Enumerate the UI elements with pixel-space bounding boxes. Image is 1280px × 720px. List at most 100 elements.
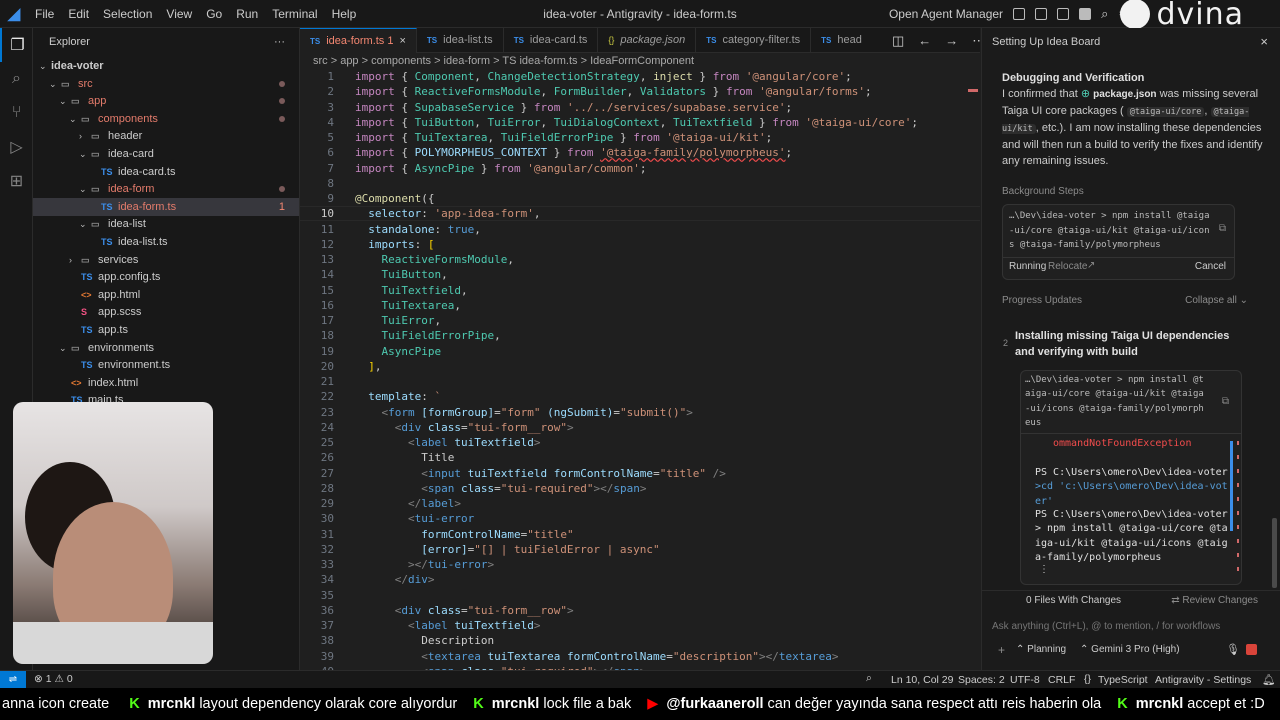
tree-item[interactable]: ⌄ idea-voter	[33, 57, 299, 75]
tree-item[interactable]: ⌄ ▭ components	[33, 110, 299, 128]
language-mode[interactable]: TypeScript	[1098, 674, 1148, 686]
terminal-scrollbar[interactable]	[1230, 441, 1233, 531]
editor-tab[interactable]: TS idea-form.ts 1 ×	[300, 28, 417, 53]
menu-edit[interactable]: Edit	[61, 0, 96, 28]
tree-item-label: idea-voter	[51, 60, 104, 72]
add-context-icon[interactable]: +	[998, 643, 1005, 657]
close-tab-icon[interactable]: ×	[399, 29, 405, 54]
zoom-icon[interactable]: ⌕	[866, 672, 872, 685]
tree-item[interactable]: ⌄ ▭ app	[33, 92, 299, 110]
editor-tab[interactable]: TS category-filter.ts	[696, 28, 812, 53]
mode-selector[interactable]: ⌃ Planning	[1016, 644, 1066, 655]
antigravity-settings[interactable]: Antigravity - Settings	[1155, 674, 1251, 686]
toggle-sidebar-icon[interactable]	[1035, 8, 1048, 20]
tree-item[interactable]: ⌄ ▭ idea-form	[33, 180, 299, 198]
line-number: 29	[320, 497, 334, 510]
tree-item[interactable]: ⌄ ▭ src	[33, 75, 299, 93]
modified-dot	[279, 115, 285, 122]
cancel-button[interactable]: Cancel	[1195, 261, 1226, 272]
terminal-prompt-1: PS C:\Users\omero\Dev\idea-voter	[1035, 467, 1228, 478]
split-editor-icon[interactable]: ◫	[892, 33, 904, 49]
remote-icon[interactable]: ⇌	[0, 671, 26, 689]
tree-item[interactable]: <> index.html	[33, 374, 299, 392]
line-ending[interactable]: CRLF	[1048, 674, 1075, 686]
code-text: </div>	[394, 573, 435, 587]
notifications-icon[interactable]: 🔔︎	[1262, 673, 1275, 686]
code-line: 18 TuiFieldErrorPipe,	[300, 328, 980, 343]
problems-indicator[interactable]: ⊗ 1 ⚠ 0	[34, 673, 73, 685]
code-text: import { POLYMORPHEUS_CONTEXT } from '@t…	[355, 146, 793, 160]
indentation[interactable]: Spaces: 2	[958, 674, 1005, 686]
microphone-icon[interactable]: 🎙︎	[1226, 643, 1240, 656]
editor-tab[interactable]: TS idea-list.ts	[417, 28, 504, 53]
menu-run[interactable]: Run	[229, 0, 265, 28]
agent-scrollbar[interactable]	[1272, 518, 1277, 588]
menu-terminal[interactable]: Terminal	[265, 0, 324, 28]
line-number: 19	[320, 344, 334, 358]
agent-chat-input[interactable]	[992, 615, 1262, 637]
external-link-icon[interactable]: ↗	[1087, 260, 1095, 271]
go-back-icon[interactable]: ←	[918, 33, 931, 48]
menu-go[interactable]: Go	[199, 0, 229, 28]
line-number: 27	[320, 466, 334, 480]
relocate-link[interactable]: Relocate	[1048, 261, 1087, 272]
file-chip[interactable]: package.json	[1093, 89, 1156, 100]
open-agent-manager-button[interactable]: Open Agent Manager	[889, 7, 1003, 21]
code-line: 27 <input tuiTextfield formControlName="…	[300, 466, 980, 481]
go-forward-icon[interactable]: →	[945, 33, 958, 48]
explorer-icon[interactable]: ❐	[0, 28, 33, 62]
line-number: 2	[327, 85, 334, 99]
tree-item[interactable]: ⌄ ▭ idea-card	[33, 145, 299, 163]
copy-icon[interactable]: ⧉	[1219, 223, 1226, 234]
code-text: ReactiveFormsModule,	[381, 253, 514, 266]
search-icon[interactable]: ⌕	[1101, 6, 1108, 22]
code-line: 6 import { POLYMORPHEUS_CONTEXT } from '@…	[300, 145, 980, 160]
copy-icon[interactable]: ⧉	[1222, 396, 1229, 407]
review-changes-button[interactable]: ⇄ Review Changes	[1171, 595, 1258, 606]
tree-item[interactable]: › ▭ services	[33, 251, 299, 269]
typescript-file-icon: TS	[821, 36, 832, 45]
app-logo-icon: ◢	[7, 5, 21, 23]
terminal-more-icon[interactable]: ⋮	[1039, 564, 1049, 575]
tree-item[interactable]: TS environment.ts	[33, 356, 299, 374]
more-actions-icon[interactable]: ···	[274, 28, 285, 56]
code-editor[interactable]: 1 import { Component, ChangeDetectionStra…	[300, 69, 980, 670]
tree-item[interactable]: › ▭ header	[33, 127, 299, 145]
tree-item[interactable]: TS app.ts	[33, 321, 299, 339]
collapse-all-button[interactable]: Collapse all ⌄	[1185, 295, 1248, 306]
tree-item[interactable]: TS idea-card.ts	[33, 163, 299, 181]
editor-tab[interactable]: TS idea-card.ts	[504, 28, 599, 53]
agent-panel: Setting Up Idea Board × Debugging and Ve…	[981, 28, 1280, 670]
search-icon[interactable]: ⌕	[0, 62, 33, 96]
tree-item[interactable]: TS idea-list.ts	[33, 233, 299, 251]
editor-tab[interactable]: TS head	[811, 28, 872, 53]
close-icon[interactable]: ×	[1260, 28, 1268, 56]
editor-tab[interactable]: {} package.json	[598, 28, 697, 53]
menu-selection[interactable]: Selection	[96, 0, 159, 28]
tree-item-label: idea-list.ts	[118, 236, 168, 248]
tree-item-label: app.html	[98, 288, 141, 301]
tree-item[interactable]: ⌄ ▭ idea-list	[33, 215, 299, 233]
source-control-icon[interactable]: ⑂	[0, 96, 33, 130]
toggle-panel-icon[interactable]	[1057, 8, 1070, 20]
menu-help[interactable]: Help	[325, 0, 364, 28]
code-line: 14 TuiButton,	[300, 267, 980, 282]
extensions-icon[interactable]: ⊞	[0, 164, 33, 198]
menu-view[interactable]: View	[159, 0, 199, 28]
tree-item[interactable]: <> app.html	[33, 286, 299, 304]
encoding[interactable]: UTF-8	[1010, 674, 1040, 686]
tree-item[interactable]: Sapp.scss	[33, 303, 299, 321]
toggle-secondary-sidebar-icon[interactable]	[1079, 8, 1092, 20]
menu-file[interactable]: File	[28, 0, 61, 28]
breadcrumb[interactable]: src > app > components > idea-form > TS …	[300, 53, 980, 69]
run-debug-icon[interactable]: ▷	[0, 130, 33, 164]
model-selector[interactable]: ⌃ Gemini 3 Pro (High)	[1080, 644, 1180, 655]
typescript-file-icon: TS	[81, 272, 93, 283]
tree-item[interactable]: TS app.config.ts	[33, 268, 299, 286]
tree-item[interactable]: TS idea-form.ts 1	[33, 197, 299, 216]
tree-item[interactable]: ⌄ ▭ environments	[33, 339, 299, 357]
stop-button[interactable]	[1246, 644, 1257, 655]
layout-icon[interactable]	[1013, 8, 1026, 20]
cursor-position[interactable]: Ln 10, Col 29	[891, 674, 953, 686]
minimap-marker	[968, 89, 978, 92]
